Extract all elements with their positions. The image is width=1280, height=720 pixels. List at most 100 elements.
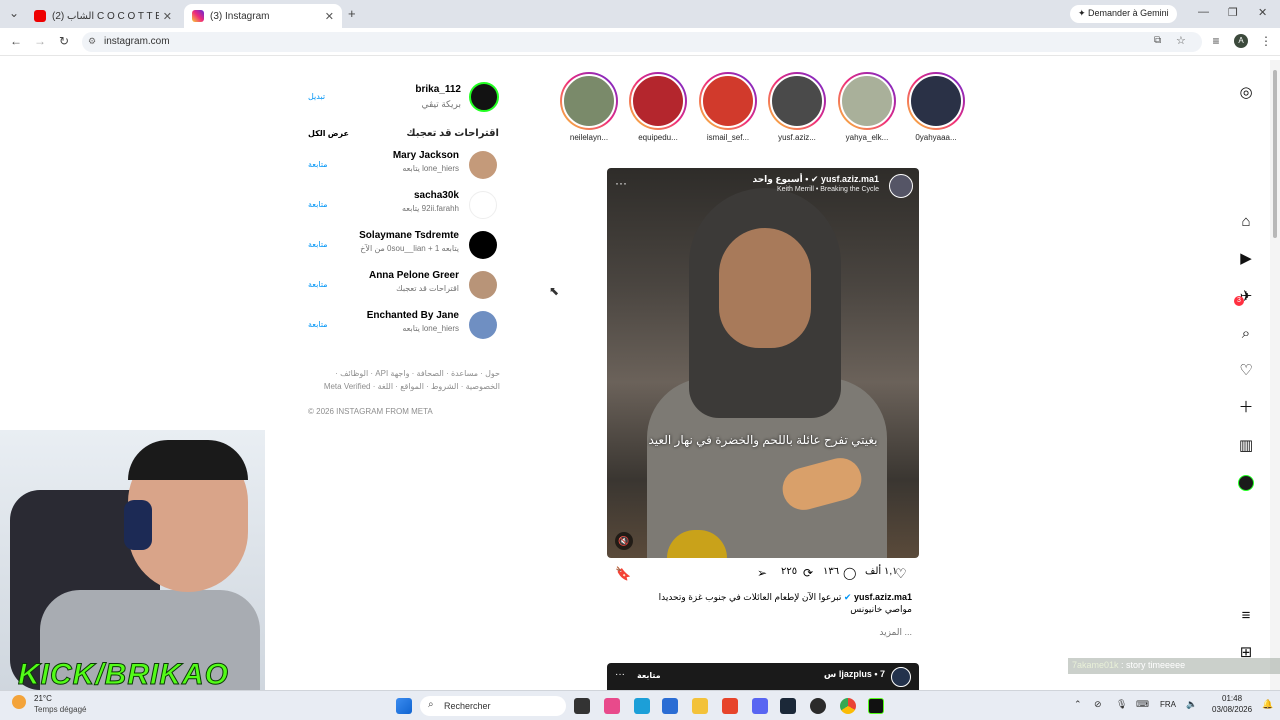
follow-button[interactable]: متابعة <box>308 240 328 249</box>
suggestion-name[interactable]: Solaymane Tsdremte <box>359 230 459 241</box>
follow-button[interactable]: متابعة <box>308 280 328 289</box>
browser-menu-icon[interactable]: ⋮ <box>1258 34 1274 48</box>
switch-account-link[interactable]: تبديل <box>308 92 325 101</box>
tab-list-icon[interactable]: ⌄ <box>6 6 22 20</box>
volume-icon[interactable]: 🔈 <box>1186 699 1197 710</box>
close-tab-icon[interactable]: ✕ <box>325 10 334 23</box>
scrollbar-thumb[interactable] <box>1273 70 1277 238</box>
search-icon[interactable]: ⌕ <box>1236 324 1256 344</box>
url-field[interactable]: ⚙ instagram.com ⧉ ☆ <box>82 32 1202 52</box>
next-post-author[interactable]: ljazplus <box>839 669 872 679</box>
back-icon[interactable]: ← <box>8 34 24 48</box>
weather-icon[interactable] <box>12 695 26 709</box>
close-tab-icon[interactable]: ✕ <box>163 10 172 23</box>
input-icon[interactable]: ⌨ <box>1136 699 1149 710</box>
photos-icon[interactable] <box>604 698 620 714</box>
avatar[interactable] <box>469 311 497 339</box>
more-icon[interactable]: ≡ <box>1236 606 1256 626</box>
store-icon[interactable] <box>662 698 678 714</box>
kick-icon[interactable] <box>868 698 884 714</box>
more-options-icon[interactable]: ··· <box>615 176 627 190</box>
repost-icon[interactable]: ⟳ <box>803 566 813 580</box>
clock-time[interactable]: 01:48 <box>1222 694 1242 703</box>
brave-icon[interactable] <box>722 698 738 714</box>
avatar[interactable] <box>469 191 497 219</box>
follow-button[interactable]: متابعة <box>637 671 661 680</box>
more-link[interactable]: ... المزيد <box>607 627 912 638</box>
notification-center-icon[interactable]: 🔔 <box>1262 699 1273 710</box>
start-icon[interactable] <box>396 698 412 714</box>
new-tab-button[interactable]: + <box>348 6 356 21</box>
network-icon[interactable]: ⊘ <box>1094 699 1102 710</box>
footer-links-line[interactable]: الخصوصية · الشروط · المواقع · اللغة · Me… <box>300 380 500 393</box>
reading-list-icon[interactable]: ≡ <box>1208 34 1224 48</box>
share-icon[interactable]: ➢ <box>757 566 767 580</box>
reload-icon[interactable]: ↻ <box>56 34 72 48</box>
see-all-link[interactable]: عرض الكل <box>308 129 349 138</box>
obs-icon[interactable] <box>810 698 826 714</box>
like-heart-icon[interactable]: ♡ <box>895 566 907 582</box>
home-icon[interactable]: ⌂ <box>1236 212 1256 232</box>
minimize-icon[interactable]: — <box>1198 6 1209 18</box>
profile-avatar[interactable]: A <box>1234 34 1248 48</box>
comment-icon[interactable]: ◯ <box>843 566 856 580</box>
suggestion-name[interactable]: Enchanted By Jane <box>367 310 459 321</box>
account-username[interactable]: brika_112 <box>415 84 461 95</box>
profile-icon[interactable] <box>1238 475 1254 491</box>
task-view-icon[interactable] <box>574 698 590 714</box>
suggestion-name[interactable]: Anna Pelone Greer <box>369 270 459 281</box>
chrome-icon[interactable] <box>840 698 856 714</box>
story-item[interactable]: neilelayn... <box>559 72 619 142</box>
install-icon[interactable]: ⧉ <box>1154 35 1161 46</box>
language-indicator[interactable]: FRA <box>1160 700 1176 709</box>
avatar[interactable] <box>469 231 497 259</box>
tab-youtube[interactable]: (2) الشاب C O C O T T E ... ✕ <box>26 4 180 28</box>
avatar[interactable] <box>469 151 497 179</box>
post-author-avatar[interactable] <box>889 174 913 198</box>
suggestion-name[interactable]: sacha30k <box>414 190 459 201</box>
mute-icon[interactable]: 🔇 <box>615 532 633 550</box>
weather-temp[interactable]: 21°C <box>34 694 52 703</box>
taskbar-search[interactable]: ⌕ Rechercher <box>420 696 566 716</box>
avatar[interactable] <box>469 271 497 299</box>
site-info-icon[interactable]: ⚙ <box>88 36 96 47</box>
post-video[interactable]: ··· yusf.aziz.ma1 ✔ • أسبوع واحد Keith M… <box>607 168 919 558</box>
story-item[interactable]: yusf.aziz... <box>767 72 827 142</box>
story-item[interactable]: yahya_elk... <box>837 72 897 142</box>
post-audio[interactable]: Keith Merrill • Breaking the Cycle <box>777 186 879 193</box>
story-item[interactable]: 0yahyaaa... <box>906 72 966 142</box>
forward-icon[interactable]: → <box>32 34 48 48</box>
story-item[interactable]: equipedu... <box>628 72 688 142</box>
instagram-icon[interactable]: ◎ <box>1236 83 1256 103</box>
bookmark-star-icon[interactable]: ☆ <box>1176 34 1186 47</box>
discord-icon[interactable] <box>752 698 768 714</box>
show-hidden-icons-icon[interactable]: ⌃ <box>1074 699 1082 710</box>
follow-button[interactable]: متابعة <box>308 160 328 169</box>
post-header-name[interactable]: yusf.aziz.ma1 ✔ • أسبوع واحد <box>753 174 880 185</box>
restore-icon[interactable]: ❐ <box>1228 6 1238 19</box>
steam-icon[interactable] <box>780 698 796 714</box>
suggestion-name[interactable]: Mary Jackson <box>393 150 459 161</box>
more-options-icon[interactable]: ··· <box>615 669 625 680</box>
edge-icon[interactable] <box>634 698 650 714</box>
follow-button[interactable]: متابعة <box>308 320 328 329</box>
clock-date[interactable]: 03/08/2026 <box>1212 705 1252 714</box>
story-item[interactable]: ismail_sef... <box>698 72 758 142</box>
follow-button[interactable]: متابعة <box>308 200 328 209</box>
microphone-icon[interactable]: 🎙 <box>1116 699 1127 710</box>
post-author[interactable]: yusf.aziz.ma1 <box>821 174 879 184</box>
weather-desc[interactable]: Temps dégagé <box>34 705 86 714</box>
file-explorer-icon[interactable] <box>692 698 708 714</box>
caption-author[interactable]: yusf.aziz.ma1 <box>854 592 912 602</box>
account-avatar[interactable] <box>469 82 499 112</box>
avatar[interactable] <box>891 667 911 687</box>
dashboard-icon[interactable]: ▥ <box>1236 436 1256 456</box>
reels-icon[interactable]: ▶ <box>1236 249 1256 269</box>
footer-links-line[interactable]: حول · مساعدة · الصحافة · واجهة API · الو… <box>300 367 500 380</box>
create-icon[interactable]: ＋ <box>1236 398 1256 418</box>
save-icon[interactable]: 🔖 <box>615 566 631 582</box>
gemini-button[interactable]: ✦ Demander à Gemini <box>1070 5 1177 23</box>
next-post[interactable]: ljazplus • 7 س متابعة ··· <box>607 663 919 690</box>
page-scrollbar[interactable] <box>1270 60 1280 690</box>
next-post-header[interactable]: ljazplus • 7 س <box>824 669 885 680</box>
